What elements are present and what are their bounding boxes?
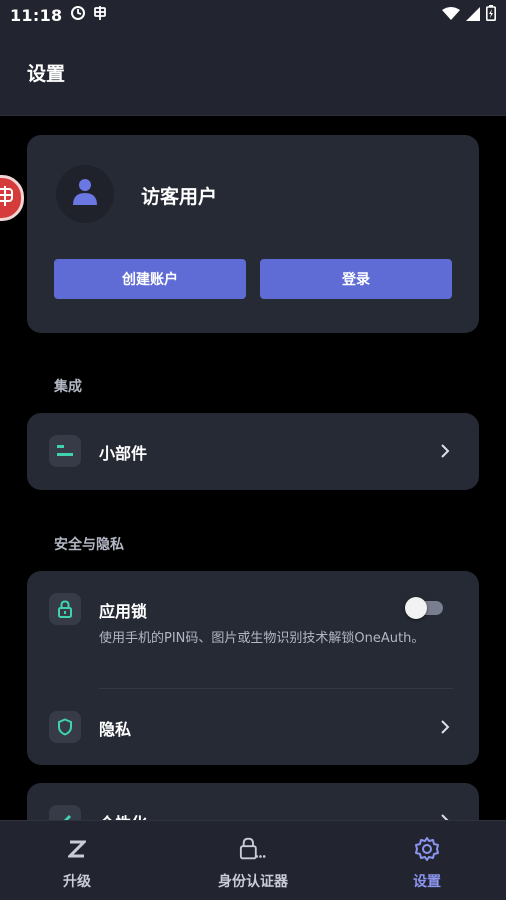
- z-icon: [63, 835, 91, 863]
- status-time: 11:18: [10, 5, 63, 25]
- widgets-label: 小部件: [99, 444, 148, 463]
- widgets-row[interactable]: 小部件: [27, 413, 479, 490]
- create-account-button[interactable]: 创建账户: [54, 259, 246, 299]
- account-card: 访客用户 创建账户 登录: [27, 135, 479, 333]
- page-title: 设置: [27, 63, 66, 85]
- bug-icon: [92, 5, 108, 25]
- settings-content: 访客用户 创建账户 登录 集成 小部件 安全与隐私 应用锁 使用手机的PIN码、…: [0, 117, 506, 820]
- privacy-row[interactable]: 隐私: [27, 689, 479, 765]
- section-header-integration: 集成: [54, 379, 82, 395]
- widget-icon: [49, 435, 81, 467]
- nav-authenticator[interactable]: 身份认证器: [169, 821, 337, 900]
- login-button[interactable]: 登录: [260, 259, 452, 299]
- sync-icon: [70, 5, 86, 25]
- signal-icon: [466, 6, 480, 25]
- app-lock-row[interactable]: 应用锁 使用手机的PIN码、图片或生物识别技术解锁OneAuth。: [27, 571, 479, 688]
- account-name: 访客用户: [141, 186, 218, 208]
- battery-icon: [486, 5, 496, 25]
- shield-icon: [49, 711, 81, 743]
- bottom-nav: 升级 身份认证器 设置: [0, 820, 506, 900]
- nav-authenticator-label: 身份认证器: [218, 874, 288, 890]
- privacy-label: 隐私: [99, 720, 132, 739]
- lock-password-icon: [239, 835, 267, 863]
- app-lock-toggle[interactable]: [405, 597, 443, 619]
- chevron-right-icon: [437, 813, 453, 820]
- status-bar: 11:18: [0, 0, 506, 30]
- security-card: 应用锁 使用手机的PIN码、图片或生物识别技术解锁OneAuth。 隐私: [27, 571, 479, 765]
- wifi-icon: [442, 6, 460, 25]
- app-lock-label: 应用锁: [99, 602, 148, 621]
- brush-icon: [49, 805, 81, 820]
- nav-upgrade-label: 升级: [63, 874, 91, 890]
- section-header-security: 安全与隐私: [54, 537, 124, 553]
- personalization-row[interactable]: 个性化: [27, 783, 479, 820]
- app-lock-description: 使用手机的PIN码、图片或生物识别技术解锁OneAuth。: [99, 631, 425, 646]
- personalization-label: 个性化: [99, 810, 147, 820]
- lock-icon: [49, 593, 81, 625]
- settings-screen: 11:18 设置 访客用户 创建账户 登录 集成 小部件 安全与隐私 应用锁 使…: [0, 0, 506, 900]
- avatar: [56, 165, 114, 223]
- user-icon: [72, 177, 98, 211]
- app-bar: 设置: [0, 30, 506, 116]
- gear-icon: [413, 835, 441, 863]
- chevron-right-icon: [437, 719, 453, 735]
- integration-card: 小部件: [27, 413, 479, 490]
- nav-settings-label: 设置: [413, 874, 441, 890]
- nav-settings[interactable]: 设置: [343, 821, 506, 900]
- chevron-right-icon: [437, 443, 453, 459]
- personalization-card: 个性化: [27, 783, 479, 820]
- nav-upgrade[interactable]: 升级: [0, 821, 161, 900]
